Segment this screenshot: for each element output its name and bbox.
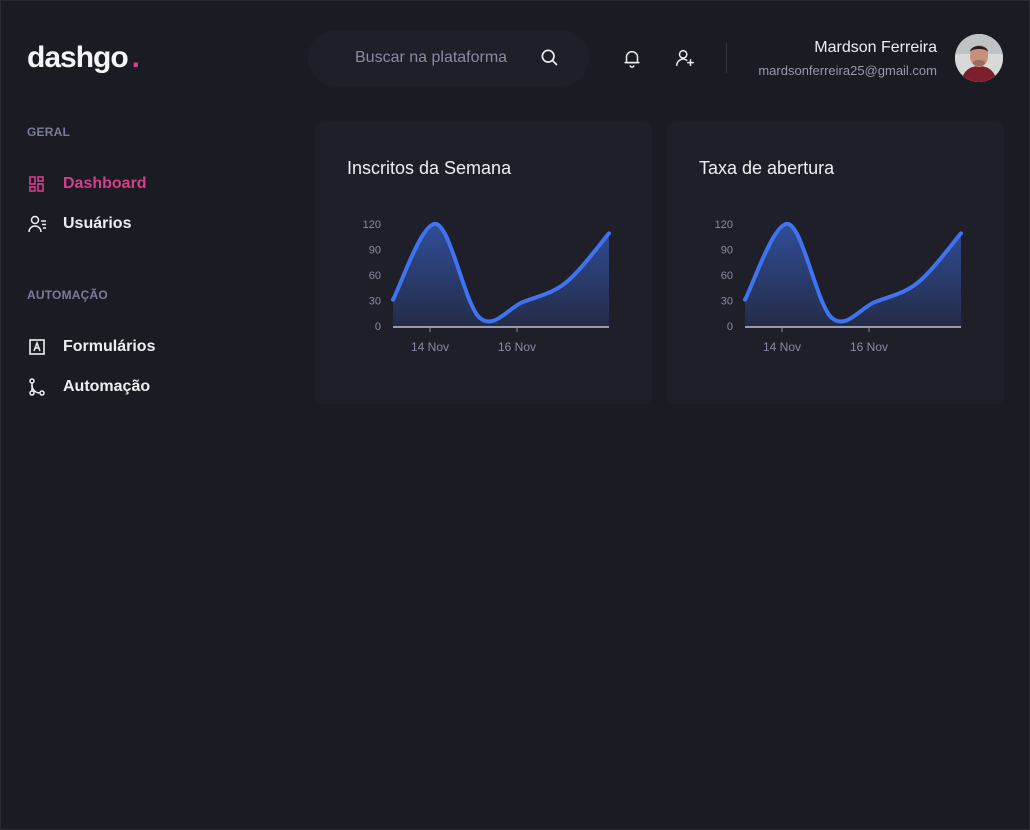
y-tick-label: 0 <box>727 321 733 333</box>
y-tick-label: 90 <box>369 245 381 257</box>
sidebar-item-label: Usuários <box>63 215 132 232</box>
x-tick-label: 16 Nov <box>498 340 536 354</box>
app-frame: dashgo. Mardson Ferreira mardsonferreira… <box>0 0 1030 830</box>
y-tick-label: 90 <box>721 245 733 257</box>
y-tick-label: 60 <box>369 270 381 282</box>
users-icon <box>28 215 46 233</box>
sidebar-section-geral: GERAL <box>27 125 70 139</box>
sidebar-item-usuarios[interactable]: Usuários <box>27 212 131 236</box>
user-name: Mardson Ferreira <box>814 39 937 56</box>
x-tick-label: 14 Nov <box>763 340 801 354</box>
chart-card-taxa-abertura: 0 30 60 90 120 14 Nov 16 Nov Taxa de abertura <box>667 122 1004 404</box>
sidebar-item-formularios[interactable]: Formulários <box>27 335 155 359</box>
sidebar-item-dashboard[interactable]: Dashboard <box>27 172 147 196</box>
sidebar-section-automacao: AUTOMAÇÃO <box>27 288 108 302</box>
sidebar-item-automacao[interactable]: Automação <box>27 375 150 399</box>
forms-icon <box>29 339 45 355</box>
y-tick-label: 60 <box>721 270 733 282</box>
logo-dot: . <box>131 41 140 74</box>
search-box[interactable] <box>308 30 589 86</box>
x-tick-label: 14 Nov <box>411 340 449 354</box>
search-icon[interactable] <box>539 47 559 67</box>
search-input[interactable] <box>355 49 507 67</box>
avatar[interactable] <box>955 34 1003 82</box>
logo-text: dashgo <box>27 41 129 74</box>
logo: dashgo. <box>27 41 140 75</box>
header-divider <box>726 43 727 73</box>
dashboard-icon <box>29 176 44 192</box>
sidebar-item-label: Formulários <box>63 338 156 355</box>
y-tick-label: 120 <box>715 219 733 231</box>
user-email: mardsonferreira25@gmail.com <box>758 63 937 78</box>
user-add-icon[interactable] <box>674 47 696 69</box>
sidebar-item-label: Automação <box>63 378 151 395</box>
y-tick-label: 120 <box>363 219 381 231</box>
chart-title: Taxa de abertura <box>699 158 835 178</box>
x-tick-label: 16 Nov <box>850 340 888 354</box>
notification-bell-icon[interactable] <box>621 47 643 69</box>
y-tick-label: 30 <box>721 296 733 308</box>
y-tick-label: 30 <box>369 296 381 308</box>
chart-card-inscritos: 0 30 60 90 120 14 Nov 16 Nov Inscritos da Sema… <box>315 122 652 404</box>
sidebar-item-label: Dashboard <box>63 175 147 192</box>
avatar-photo <box>955 34 1003 82</box>
chart-title: Inscritos da Semana <box>347 158 512 178</box>
y-tick-label: 0 <box>375 321 381 333</box>
automation-icon <box>29 378 45 396</box>
